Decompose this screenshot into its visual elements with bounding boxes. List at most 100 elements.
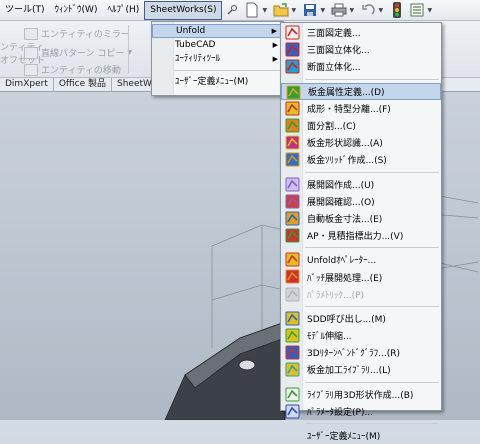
menu-item-label: 展開図作成...(U)	[307, 180, 375, 191]
menu-item-user-defined[interactable]: ﾕｰｻﾞｰ定義ﾒﾆｭｰ(M)	[152, 75, 283, 89]
menu-window[interactable]: ｳｨﾝﾄﾞｳ(W)	[50, 0, 103, 21]
menu-item-label: 板金属性定義...(D)	[308, 87, 385, 98]
menu-separator	[305, 305, 439, 307]
traffic-light-icon[interactable]	[389, 2, 405, 18]
submenu-arrow-icon: ▶	[272, 41, 278, 49]
sheetmetal-recognize-icon	[285, 135, 300, 150]
auto-dimension-icon	[285, 211, 300, 226]
menu-item-label: 三面図定義...	[307, 29, 361, 40]
ribbon-divider	[128, 25, 129, 73]
parameter-settings-icon	[285, 404, 300, 419]
menu-item-parametric[interactable]: ﾊﾟﾗﾒﾄﾘｯｸ...(P)	[281, 286, 441, 303]
sdd-call-icon	[285, 311, 300, 326]
mirror-icon	[24, 27, 38, 40]
menu-item-parameter-settings[interactable]: ﾊﾟﾗﾒｰﾀ設定(P)...	[281, 403, 441, 420]
menu-item-form-separate[interactable]: 成形・特型分離...(F)	[281, 100, 441, 117]
menu-separator	[305, 171, 439, 173]
tab-office[interactable]: Office 製品	[54, 78, 112, 91]
menu-item-sheetmetal-solid[interactable]: 板金ｿﾘｯﾄﾞ作成...(S)	[281, 151, 441, 168]
menu-item-label: SDD呼び出し...(M)	[307, 314, 386, 325]
menu-help[interactable]: ﾍﾙﾌﾟ(H)	[102, 0, 144, 21]
menu-item-sheetmetal-library[interactable]: 板金加工ﾗｲﾌﾞﾗﾘ...(L)	[281, 361, 441, 378]
sheetmetal-library-icon	[285, 362, 300, 377]
menu-item-return-bend-graph[interactable]: 3Dﾘﾀｰﾝﾍﾞﾝﾄﾞｸﾞﾗﾌ...(R)	[281, 344, 441, 361]
menubar: ツール(T) ｳｨﾝﾄﾞｳ(W) ﾍﾙﾌﾟ(H) SheetWorks(S) ▼…	[0, 0, 480, 21]
menu-item-three-view-solidify[interactable]: 三面図立体化...	[281, 41, 441, 58]
parametric-icon	[285, 287, 300, 302]
menu-item-label: 板金加工ﾗｲﾌﾞﾗﾘ...(L)	[307, 366, 391, 377]
sheetworks-menu: Unfold ▶ TubeCAD ▶ ﾕｰﾃｨﾘﾃｨﾂｰﾙ ▶ ﾕｰｻﾞｰ定義ﾒ…	[151, 21, 284, 96]
print-dropdown-icon[interactable]: ▼	[349, 7, 355, 14]
menu-item-sdd-call[interactable]: SDD呼び出し...(M)	[281, 310, 441, 327]
unfold-operator-icon	[285, 252, 300, 267]
save-dropdown-icon[interactable]: ▼	[320, 7, 326, 14]
menu-item-label: 三面図立体化...	[307, 46, 370, 57]
menu-item-label: 自動板金寸法...(E)	[307, 214, 383, 225]
menu-sheetworks[interactable]: SheetWorks(S)	[144, 1, 223, 20]
menu-item-label: 成形・特型分離...(F)	[307, 104, 391, 115]
menu-item-unfold[interactable]: Unfold ▶	[152, 24, 283, 38]
menu-item-auto-dimension[interactable]: 自動板金寸法...(E)	[281, 210, 441, 227]
menu-item-estimate-output[interactable]: AP・見積指標出力...(V)	[281, 227, 441, 244]
menu-item-label: ﾊﾞｯﾁ展開処理...(E)	[307, 273, 383, 284]
menu-separator	[305, 381, 439, 383]
menu-item-label: 展開図確認...(O)	[307, 197, 375, 208]
menu-tools[interactable]: ツール(T)	[0, 0, 50, 21]
section-solidify-icon	[285, 59, 300, 74]
undo-dropdown-icon[interactable]: ▼	[378, 7, 384, 14]
dark-part	[164, 321, 286, 420]
menu-separator	[305, 247, 439, 249]
unfold-check-icon	[285, 194, 300, 209]
unfold-submenu: 三面図定義... 三面図立体化... 断面立体化... 板金属性定義...(D) 成形・…	[280, 22, 442, 442]
options-dropdown-icon[interactable]: ▼	[427, 7, 433, 14]
sheetmetal-solid-icon	[285, 152, 300, 167]
menu-item-utility-tools[interactable]: ﾕｰﾃｨﾘﾃｨﾂｰﾙ ▶	[152, 52, 283, 66]
menu-item-library-3d-shape[interactable]: ﾗｲﾌﾞﾗﾘ用3D形状作成...(B)	[281, 386, 441, 403]
model-stretch-icon	[285, 328, 300, 343]
menu-item-label: ﾊﾟﾗﾒﾄﾘｯｸ...(P)	[307, 290, 365, 301]
menu-item-label: 断面立体化...	[307, 63, 361, 74]
pin-icon[interactable]	[224, 2, 240, 18]
submenu-arrow-icon: ▶	[272, 55, 278, 63]
mirror-entity-command[interactable]: エンティティのミラー	[24, 27, 130, 40]
linear-pattern-command[interactable]: 直線パターン コピー ▼	[24, 46, 132, 59]
open-dropdown-icon[interactable]: ▼	[291, 7, 297, 14]
menu-item-tubecad[interactable]: TubeCAD ▶	[152, 38, 283, 52]
menu-separator	[305, 78, 439, 80]
menu-item-label: ﾕｰｻﾞｰ定義ﾒﾆｭｰ(M)	[307, 432, 381, 443]
menu-separator	[305, 422, 439, 424]
submenu-arrow-icon: ▶	[271, 27, 277, 35]
menu-item-label: ﾊﾟﾗﾒｰﾀ設定(P)...	[307, 407, 374, 418]
menu-item-batch-unfold[interactable]: ﾊﾞｯﾁ展開処理...(E)	[281, 268, 441, 285]
menu-item-section-solidify[interactable]: 断面立体化...	[281, 58, 441, 75]
menu-item-model-stretch[interactable]: ﾓﾃﾞﾙ伸縮...	[281, 327, 441, 344]
estimate-output-icon	[285, 228, 300, 243]
undo-icon[interactable]	[360, 2, 376, 18]
open-folder-icon[interactable]	[273, 2, 289, 18]
unfold-create-icon	[285, 177, 300, 192]
menu-item-sheetmetal-attribute[interactable]: 板金属性定義...(D)	[281, 82, 441, 100]
menu-item-unfold-check[interactable]: 展開図確認...(O)	[281, 193, 441, 210]
menu-item-user-defined-menu[interactable]: ﾕｰｻﾞｰ定義ﾒﾆｭｰ(M)	[281, 427, 441, 444]
move-icon	[24, 63, 38, 76]
menu-item-sheetmetal-recognize[interactable]: 板金形状認識...(A)	[281, 134, 441, 151]
options-icon[interactable]	[409, 2, 425, 18]
menu-item-face-split[interactable]: 面分割...(C)	[281, 117, 441, 134]
move-entity-command[interactable]: エンティティの移動	[24, 63, 121, 76]
linear-pattern-icon	[24, 46, 38, 59]
save-icon[interactable]	[302, 2, 318, 18]
menu-item-unfold-create[interactable]: 展開図作成...(U)	[281, 176, 441, 193]
hole	[238, 359, 256, 371]
three-view-define-icon	[285, 25, 300, 40]
new-document-icon[interactable]	[244, 2, 260, 18]
menu-item-unfold-operator[interactable]: Unfoldｵﾍﾟﾚｰﾀｰ...	[281, 251, 441, 268]
tab-dimxpert[interactable]: DimXpert	[0, 78, 54, 91]
menu-item-three-view-define[interactable]: 三面図定義...	[281, 24, 441, 41]
new-dropdown-icon[interactable]: ▼	[262, 7, 268, 14]
print-icon[interactable]	[331, 2, 347, 18]
menu-item-label: 3Dﾘﾀｰﾝﾍﾞﾝﾄﾞｸﾞﾗﾌ...(R)	[307, 349, 401, 360]
menu-item-label: ﾗｲﾌﾞﾗﾘ用3D形状作成...(B)	[307, 390, 414, 401]
sheetmetal-attribute-icon	[286, 85, 301, 100]
menu-separator	[174, 70, 281, 71]
menu-item-label: 面分割...(C)	[307, 122, 356, 133]
